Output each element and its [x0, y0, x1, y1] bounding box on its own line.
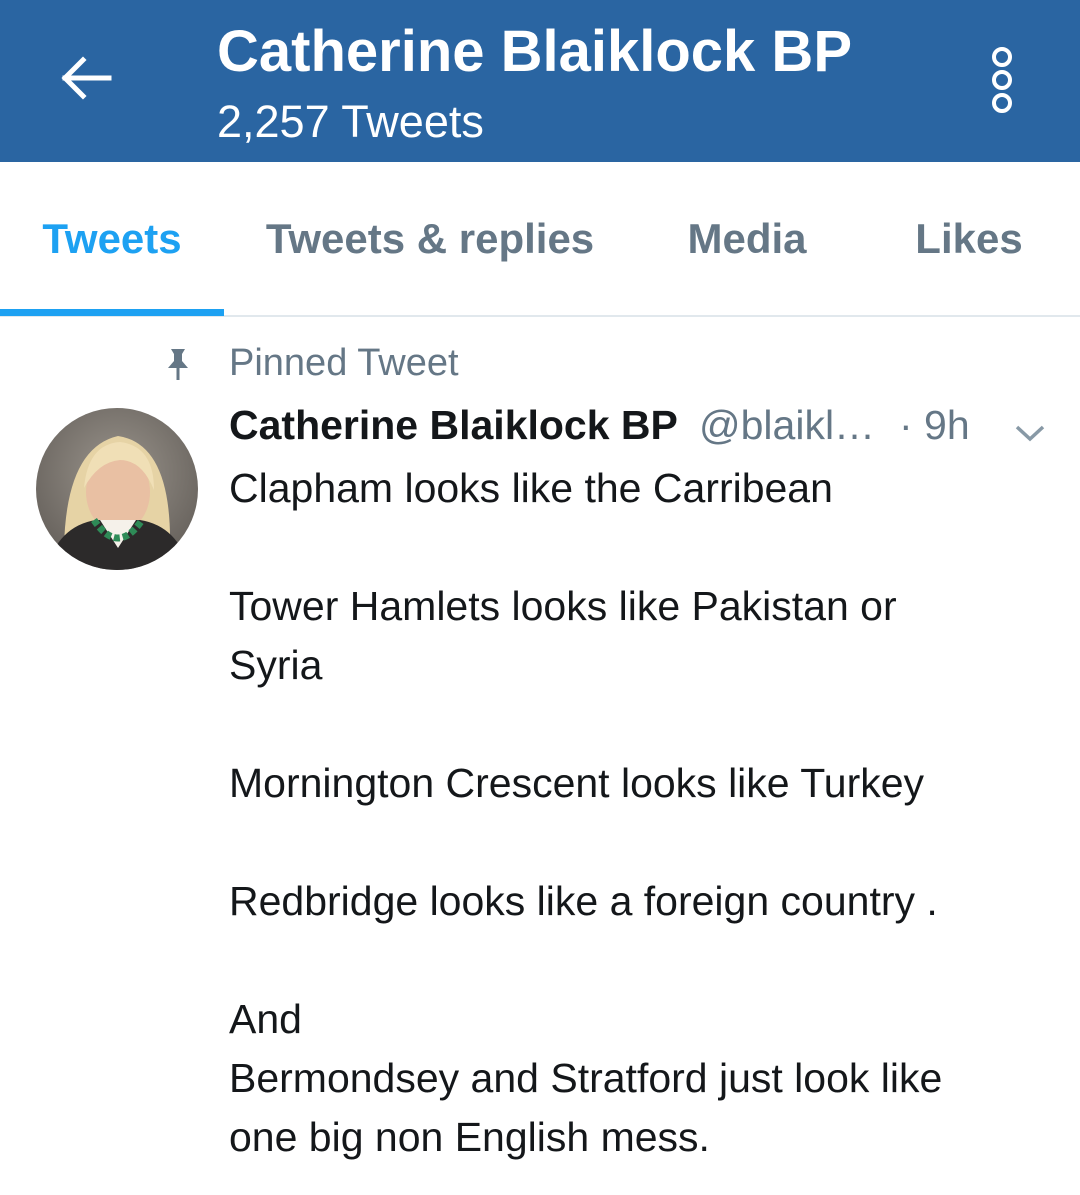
app-header: Catherine Blaiklock BP 2,257 Tweets — [0, 0, 1080, 162]
chevron-down-icon — [1015, 425, 1045, 442]
tweet-line — [229, 695, 1049, 754]
tab-likes[interactable]: Likes — [858, 162, 1080, 315]
tweet-count: 2,257 Tweets — [217, 96, 484, 147]
pinned-label: Pinned Tweet — [229, 342, 459, 384]
tweet-line — [229, 518, 1049, 577]
pin-icon — [168, 349, 188, 380]
active-tab-indicator — [0, 309, 224, 316]
tweet-timestamp[interactable]: · 9h — [899, 402, 970, 449]
tweet-line — [229, 931, 1049, 990]
tweet-line — [229, 813, 1049, 872]
tweet-line: one big non English mess. — [229, 1114, 710, 1160]
tweet-menu-button[interactable] — [1010, 418, 1050, 448]
tweet-line: And — [229, 996, 302, 1042]
more-options-button[interactable] — [980, 40, 1024, 120]
tweet-line: Bermondsey and Stratford just look like — [229, 1055, 943, 1101]
author-name[interactable]: Catherine Blaiklock BP — [229, 402, 678, 449]
profile-title: Catherine Blaiklock BP — [217, 19, 852, 84]
avatar-image — [36, 408, 198, 570]
back-button[interactable] — [50, 48, 120, 108]
tab-tweets[interactable]: Tweets — [0, 162, 224, 315]
tweet-line: Syria — [229, 642, 323, 688]
more-vertical-icon — [992, 47, 1012, 113]
tweet-line: Redbridge looks like a foreign country . — [229, 878, 938, 924]
tab-media[interactable]: Media — [636, 162, 858, 315]
profile-tabs: Tweets Tweets & replies Media Likes — [0, 162, 1080, 317]
tweet-line: Mornington Crescent looks like Turkey — [229, 760, 925, 806]
tweet-line: Clapham looks like the Carribean — [229, 465, 833, 511]
arrow-left-icon — [61, 56, 112, 100]
avatar[interactable] — [36, 408, 198, 570]
tweet-line: Tower Hamlets looks like Pakistan or — [229, 583, 897, 629]
tweet-text: Clapham looks like the Carribean Tower H… — [229, 459, 1049, 1167]
tab-tweets-replies[interactable]: Tweets & replies — [224, 162, 636, 315]
author-handle[interactable]: @blaikl… — [699, 402, 875, 449]
